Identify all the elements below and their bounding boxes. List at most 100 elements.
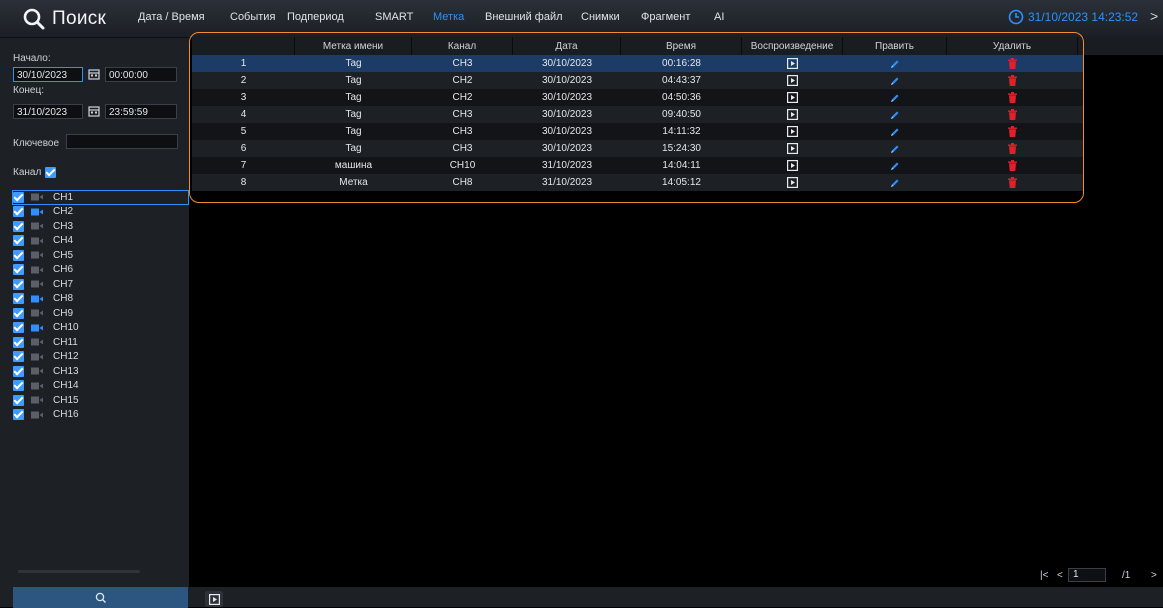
keyword-input[interactable] — [66, 134, 178, 149]
start-label: Начало: — [13, 53, 51, 64]
channel-item[interactable]: CH6 — [13, 263, 189, 278]
tab-datetime[interactable]: Дата / Время — [138, 11, 205, 23]
top-bar: Поиск Дата / Время События Подпериод SMA… — [0, 0, 1163, 38]
delete-button[interactable] — [947, 72, 1078, 89]
channel-checkbox[interactable] — [13, 293, 24, 305]
channel-checkbox[interactable] — [13, 336, 24, 348]
delete-button[interactable] — [947, 140, 1078, 157]
channel-checkbox[interactable] — [13, 206, 24, 218]
edit-button[interactable] — [843, 123, 947, 140]
col-tag-name[interactable]: Метка имени — [295, 37, 412, 55]
channel-item[interactable]: CH5 — [13, 248, 189, 263]
end-time-field[interactable]: 23:59:59 — [105, 104, 177, 119]
channel-item[interactable]: CH11 — [13, 335, 189, 350]
delete-button[interactable] — [947, 174, 1078, 191]
camera-icon — [31, 208, 43, 216]
delete-button[interactable] — [947, 55, 1078, 72]
channel-item[interactable]: CH10 — [13, 321, 189, 336]
table-row[interactable]: 1 Tag CH3 30/10/2023 00:16:28 — [192, 55, 1084, 72]
delete-button[interactable] — [947, 106, 1078, 123]
play-button[interactable] — [742, 123, 843, 140]
channel-item[interactable]: CH1 — [12, 190, 189, 205]
tab-smart[interactable]: SMART — [375, 11, 413, 23]
channel-checkbox[interactable] — [13, 307, 24, 319]
next-page-button[interactable]: > — [1151, 570, 1157, 581]
tab-snapshots[interactable]: Снимки — [581, 11, 620, 23]
tab-subperiod[interactable]: Подпериод — [287, 11, 344, 23]
page-input[interactable]: 1 — [1068, 568, 1106, 582]
play-button[interactable] — [742, 89, 843, 106]
edit-button[interactable] — [843, 157, 947, 174]
calendar-icon[interactable] — [88, 105, 100, 117]
channel-item[interactable]: CH13 — [13, 364, 189, 379]
channel-checkbox[interactable] — [13, 365, 24, 377]
table-row[interactable]: 8 Метка CH8 31/10/2023 14:05:12 — [192, 174, 1084, 191]
channel-checkbox[interactable] — [13, 351, 24, 363]
edit-button[interactable] — [843, 174, 947, 191]
tab-events[interactable]: События — [230, 11, 275, 23]
table-row[interactable]: 4 Tag CH3 30/10/2023 09:40:50 — [192, 106, 1084, 123]
calendar-icon[interactable] — [88, 68, 100, 80]
start-time-field[interactable]: 00:00:00 — [105, 67, 177, 82]
tab-external-file[interactable]: Внешний файл — [485, 11, 563, 23]
play-button[interactable] — [742, 106, 843, 123]
channel-checkbox[interactable] — [13, 235, 24, 247]
edit-button[interactable] — [843, 55, 947, 72]
playback-button[interactable] — [205, 591, 223, 607]
play-button[interactable] — [742, 55, 843, 72]
channel-checkbox[interactable] — [13, 380, 24, 392]
search-icon — [23, 8, 45, 30]
col-time[interactable]: Время — [621, 37, 742, 55]
horizontal-scrollbar[interactable] — [18, 570, 140, 573]
channel-checkbox[interactable] — [13, 191, 24, 203]
channel-checkbox[interactable] — [13, 409, 24, 421]
channel-checkbox[interactable] — [13, 322, 24, 334]
end-date-field[interactable]: 31/10/2023 — [13, 104, 83, 119]
search-icon — [95, 592, 106, 603]
tab-tag[interactable]: Метка — [433, 11, 464, 23]
channel-item[interactable]: CH7 — [13, 277, 189, 292]
channel-item[interactable]: CH12 — [13, 350, 189, 365]
col-channel[interactable]: Канал — [412, 37, 513, 55]
channel-checkbox[interactable] — [13, 394, 24, 406]
table-row[interactable]: 2 Tag CH2 30/10/2023 04:43:37 — [192, 72, 1084, 89]
play-button[interactable] — [742, 157, 843, 174]
channel-item[interactable]: CH14 — [13, 379, 189, 394]
channel-checkbox[interactable] — [13, 264, 24, 276]
delete-button[interactable] — [947, 157, 1078, 174]
edit-button[interactable] — [843, 140, 947, 157]
start-date-field[interactable]: 30/10/2023 — [13, 67, 83, 82]
channel-item[interactable]: CH9 — [13, 306, 189, 321]
search-button[interactable] — [13, 587, 188, 608]
play-button[interactable] — [742, 140, 843, 157]
tab-ai[interactable]: AI — [714, 11, 724, 23]
channel-item[interactable]: CH15 — [13, 393, 189, 408]
table-row[interactable]: 7 машина CH10 31/10/2023 14:04:11 — [192, 157, 1084, 174]
play-button[interactable] — [742, 174, 843, 191]
channel-item[interactable]: CH2 — [13, 205, 189, 220]
edit-button[interactable] — [843, 106, 947, 123]
delete-button[interactable] — [947, 123, 1078, 140]
channel-item[interactable]: CH3 — [13, 219, 189, 234]
tab-fragment[interactable]: Фрагмент — [641, 11, 690, 23]
edit-button[interactable] — [843, 89, 947, 106]
col-delete: Удалить — [947, 37, 1078, 55]
play-button[interactable] — [742, 72, 843, 89]
table-row[interactable]: 6 Tag CH3 30/10/2023 15:24:30 — [192, 140, 1084, 157]
first-page-button[interactable]: |< — [1040, 570, 1048, 581]
channel-checkbox[interactable] — [13, 220, 24, 232]
prev-page-button[interactable]: < — [1057, 570, 1063, 581]
channel-checkbox[interactable] — [13, 278, 24, 290]
delete-button[interactable] — [947, 89, 1078, 106]
table-row[interactable]: 3 Tag CH2 30/10/2023 04:50:36 — [192, 89, 1084, 106]
col-date[interactable]: Дата — [513, 37, 621, 55]
collapse-button[interactable]: > — [1150, 8, 1158, 24]
channel-all-checkbox[interactable] — [45, 167, 57, 178]
channel-item[interactable]: CH8 — [13, 292, 189, 307]
channel-item[interactable]: CH4 — [13, 234, 189, 249]
edit-button[interactable] — [843, 72, 947, 89]
table-row[interactable]: 5 Tag CH3 30/10/2023 14:11:32 — [192, 123, 1084, 140]
channel-label: Канал — [13, 167, 42, 178]
channel-checkbox[interactable] — [13, 249, 24, 261]
channel-item[interactable]: CH16 — [13, 408, 189, 423]
